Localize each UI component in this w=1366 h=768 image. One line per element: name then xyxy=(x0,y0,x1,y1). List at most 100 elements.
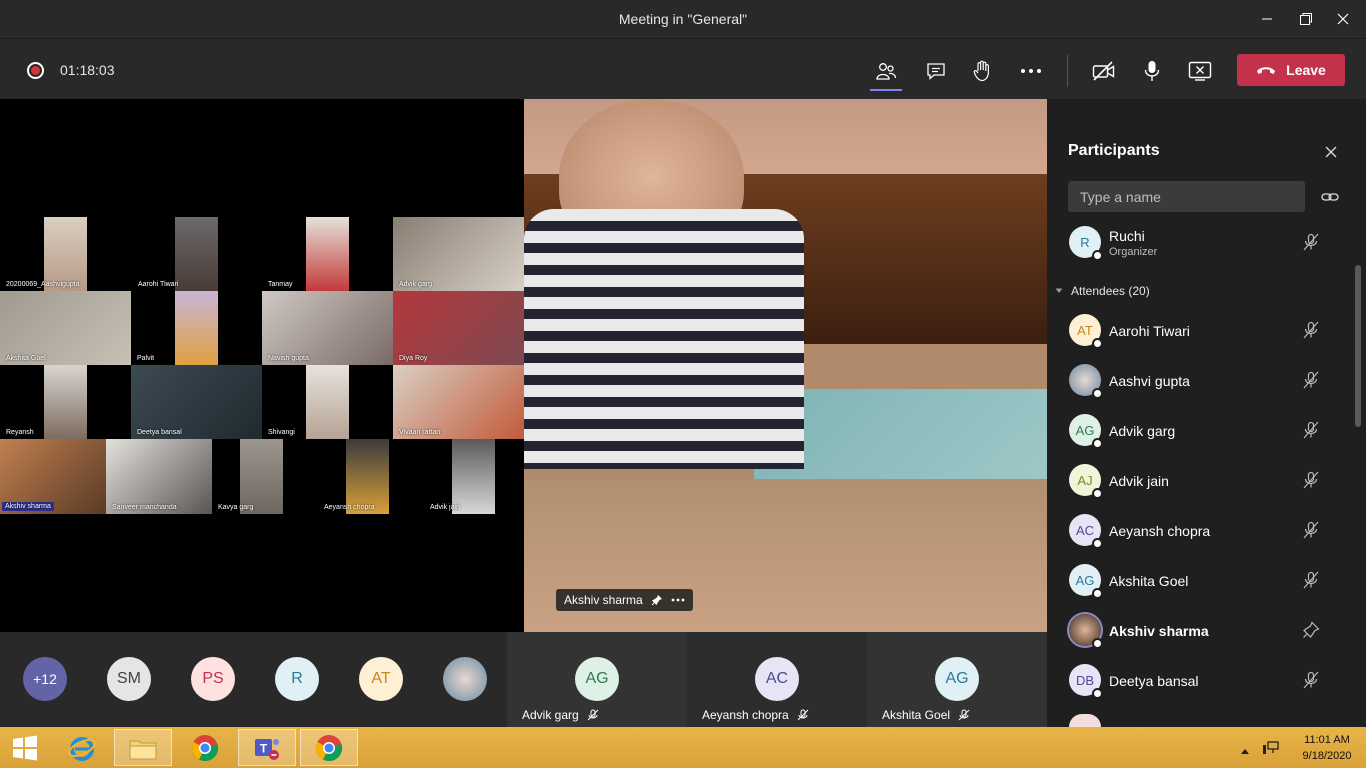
network-icon xyxy=(1263,741,1279,754)
status-indicator xyxy=(1092,538,1103,549)
video-tile: Deetya bansal xyxy=(131,365,262,439)
show-conversation-button[interactable] xyxy=(918,53,954,89)
network-status[interactable] xyxy=(1262,739,1280,760)
strip-participant-tile[interactable]: AG Advik garg xyxy=(507,632,687,727)
taskbar-internet-explorer[interactable] xyxy=(53,729,111,766)
attendees-section-header[interactable]: Attendees (20) xyxy=(1055,284,1150,298)
status-indicator xyxy=(1092,588,1103,599)
panel-title: Participants xyxy=(1068,142,1160,159)
tile-name: Deetya bansal xyxy=(137,429,182,436)
participant-row[interactable]: AJ Advik jain xyxy=(1047,457,1351,507)
strip-participant-tile[interactable]: AC Aeyansh chopra xyxy=(687,632,867,727)
camera-off-icon xyxy=(1092,61,1115,81)
tile-name: Vivaan rattan xyxy=(399,429,441,436)
avatar[interactable]: R xyxy=(275,657,319,701)
avatar[interactable]: SM xyxy=(107,657,151,701)
strip-participant-tile[interactable]: AG Akshita Goel xyxy=(867,632,1047,727)
spotlight-video xyxy=(524,99,1047,632)
mic-off-icon xyxy=(1299,568,1323,592)
teams-icon: T xyxy=(255,738,279,760)
avatar-photo[interactable] xyxy=(443,657,487,701)
mic-off-icon xyxy=(1299,318,1323,342)
status-indicator xyxy=(1092,338,1103,349)
show-hidden-icons-button[interactable] xyxy=(1240,742,1250,760)
clock-time: 11:01 AM xyxy=(1304,734,1350,746)
video-tile: 20200069_Aashvigupta xyxy=(0,217,131,291)
close-panel-button[interactable] xyxy=(1318,139,1344,165)
shared-content-view: 20200069_Aashvigupta Aarohi Tiwari Tanma… xyxy=(0,99,524,632)
show-participants-button[interactable] xyxy=(868,53,904,91)
video-tile: Advik jain xyxy=(424,439,524,514)
unpin-icon[interactable] xyxy=(1299,618,1323,642)
system-clock[interactable]: 11:01 AM 9/18/2020 xyxy=(1296,732,1358,764)
chevron-up-icon xyxy=(1241,749,1249,754)
more-options-icon[interactable] xyxy=(671,598,685,602)
participant-row[interactable]: AT Aarohi Tiwari xyxy=(1047,307,1351,357)
status-indicator xyxy=(1092,250,1103,261)
video-tile: Navish gupta xyxy=(262,291,393,365)
participant-search-input[interactable] xyxy=(1068,181,1305,212)
attendees-label: Attendees (20) xyxy=(1071,284,1150,298)
taskbar-teams[interactable]: T xyxy=(238,729,296,766)
participant-name: Deetya bansal xyxy=(1109,673,1199,689)
video-tile: Akshiv sharma xyxy=(0,439,106,514)
taskbar-chrome[interactable] xyxy=(176,729,234,766)
participant-name: Advik garg xyxy=(1109,423,1176,439)
overflow-count[interactable]: +12 xyxy=(23,657,67,701)
mic-off-icon xyxy=(958,709,970,721)
camera-toggle-button[interactable] xyxy=(1086,53,1122,89)
tile-name: Kavya garg xyxy=(218,504,254,511)
tile-name: Sanveer manchanda xyxy=(112,504,177,511)
participant-name: Akshiv sharma xyxy=(1109,623,1209,639)
window-title: Meeting in "General" xyxy=(618,11,748,27)
status-indicator xyxy=(1092,688,1103,699)
status-indicator xyxy=(1092,388,1103,399)
tile-name: Diya Roy xyxy=(399,355,428,362)
share-screen-button[interactable] xyxy=(1182,53,1218,89)
mic-off-icon xyxy=(1299,668,1323,692)
video-tile: Sanveer manchanda xyxy=(106,439,212,514)
participant-row[interactable]: Aashvi gupta xyxy=(1047,357,1351,407)
link-icon xyxy=(1321,193,1339,201)
start-button[interactable] xyxy=(0,729,50,766)
participant-name: Ruchi xyxy=(1109,228,1145,244)
participant-row[interactable]: AC Aeyansh chopra xyxy=(1047,507,1351,557)
video-tile: Reyansh xyxy=(0,365,131,439)
video-tile: Shivangi xyxy=(262,365,393,439)
participant-row-organizer[interactable]: R Ruchi Organizer xyxy=(1047,219,1351,269)
participant-name: Aeyansh chopra xyxy=(702,708,789,722)
video-tile: Advik garg xyxy=(393,217,524,291)
avatar: AC xyxy=(755,657,799,701)
participant-name: Advik garg xyxy=(522,708,579,722)
participants-scrollbar[interactable] xyxy=(1355,265,1361,427)
more-actions-button[interactable] xyxy=(1013,53,1049,89)
raise-hand-button[interactable] xyxy=(964,53,1000,89)
tile-name: Navish gupta xyxy=(268,355,309,362)
participant-row[interactable]: DB Deetya bansal xyxy=(1047,657,1351,707)
participants-icon xyxy=(876,63,897,80)
clock-date: 9/18/2020 xyxy=(1302,750,1352,762)
video-tile: Akshita Goel xyxy=(0,291,131,365)
chat-icon xyxy=(927,63,945,80)
share-invite-button[interactable] xyxy=(1318,185,1342,209)
participant-row-active[interactable]: Akshiv sharma xyxy=(1047,607,1351,657)
avatar[interactable]: AT xyxy=(359,657,403,701)
video-tile: Vivaan rattan xyxy=(393,365,524,439)
avatar xyxy=(1069,714,1101,727)
participant-row[interactable]: AG Advik garg xyxy=(1047,407,1351,457)
avatar[interactable]: PS xyxy=(191,657,235,701)
participant-row[interactable]: AG Akshita Goel xyxy=(1047,557,1351,607)
mic-toggle-button[interactable] xyxy=(1134,53,1170,89)
participants-panel: Participants R Ruchi Organizer Attendees… xyxy=(1047,99,1366,727)
hand-icon xyxy=(973,60,989,82)
tile-name: Aarohi Tiwari xyxy=(138,281,179,288)
tile-name: Aeyansh chopra xyxy=(324,504,375,511)
avatar: AG xyxy=(935,657,979,701)
taskbar-chrome-window[interactable] xyxy=(300,729,358,766)
taskbar-file-explorer[interactable] xyxy=(114,729,172,766)
leave-button[interactable]: Leave xyxy=(1237,54,1345,86)
pin-icon xyxy=(651,595,662,606)
video-tile: Palvit xyxy=(131,291,262,365)
participant-name: Aarohi Tiwari xyxy=(1109,323,1190,339)
close-window-button[interactable] xyxy=(1320,0,1366,38)
